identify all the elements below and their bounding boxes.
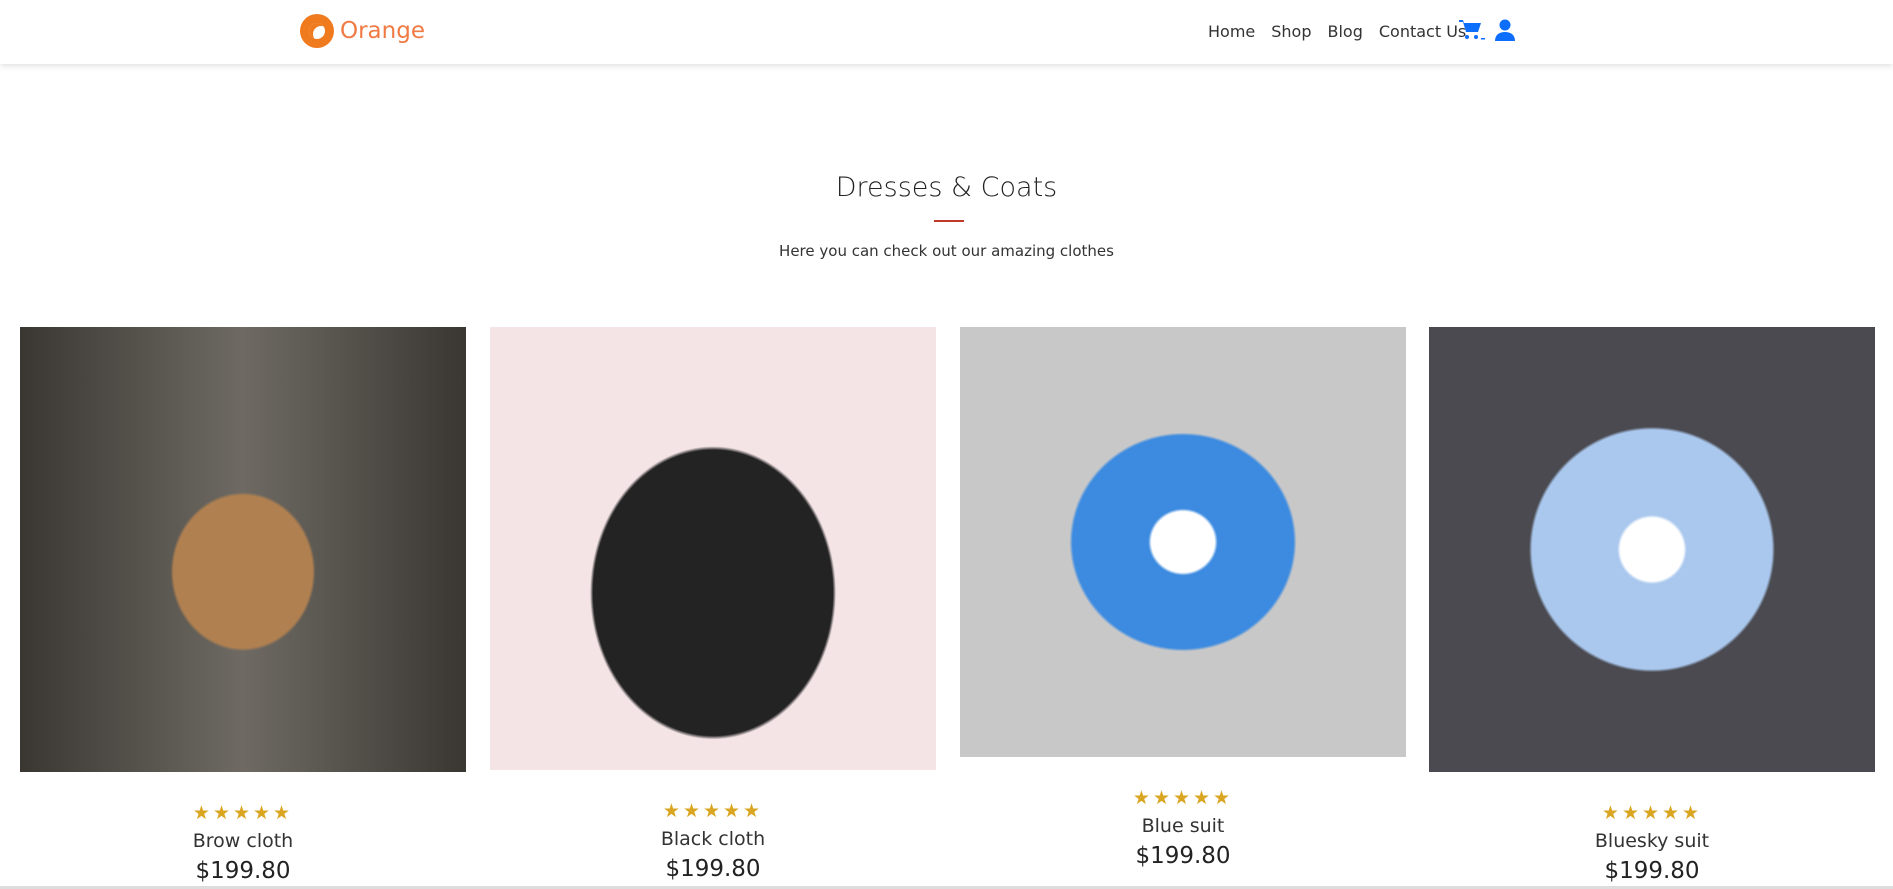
title-divider bbox=[934, 220, 964, 222]
product-name[interactable]: Bluesky suit bbox=[1429, 830, 1875, 852]
product-price: $199.80 bbox=[195, 858, 291, 884]
product-image[interactable] bbox=[490, 327, 936, 770]
product-price: $199.80 bbox=[1604, 858, 1700, 884]
nav-blog[interactable]: Blog bbox=[1328, 22, 1363, 41]
nav-home[interactable]: Home bbox=[1208, 22, 1255, 41]
brand-name: Orange bbox=[340, 18, 425, 44]
product-image[interactable] bbox=[960, 327, 1406, 757]
user-icon[interactable] bbox=[1495, 19, 1515, 41]
product-name[interactable]: Black cloth bbox=[490, 828, 936, 850]
rating-stars: ★★★★★ bbox=[1132, 787, 1234, 809]
product-price: $199.80 bbox=[665, 856, 761, 882]
rating-stars: ★★★★★ bbox=[192, 802, 294, 824]
nav-shop[interactable]: Shop bbox=[1271, 22, 1311, 41]
product-card[interactable]: ★★★★★ Black cloth $199.80 bbox=[490, 327, 936, 882]
swirl-logo-icon bbox=[300, 14, 334, 48]
product-image[interactable] bbox=[1429, 327, 1875, 772]
section-subtitle: Here you can check out our amazing cloth… bbox=[779, 242, 1114, 260]
product-name[interactable]: Brow cloth bbox=[20, 830, 466, 852]
section-title: Dresses & Coats bbox=[835, 172, 1058, 203]
product-price: $199.80 bbox=[1135, 843, 1231, 869]
product-image[interactable] bbox=[20, 327, 466, 772]
product-card[interactable]: ★★★★★ Brow cloth $199.80 bbox=[20, 327, 466, 884]
navbar: Orange Home Shop Blog Contact Us bbox=[0, 0, 1893, 64]
nav-contact[interactable]: Contact Us bbox=[1379, 22, 1466, 41]
product-card[interactable]: ★★★★★ Blue suit $199.80 bbox=[960, 327, 1406, 869]
brand-logo[interactable]: Orange bbox=[300, 14, 425, 48]
product-card[interactable]: ★★★★★ Bluesky suit $199.80 bbox=[1429, 327, 1875, 884]
rating-stars: ★★★★★ bbox=[662, 800, 764, 822]
rating-stars: ★★★★★ bbox=[1601, 802, 1703, 824]
product-name[interactable]: Blue suit bbox=[960, 815, 1406, 837]
cart-icon[interactable] bbox=[1459, 19, 1485, 41]
